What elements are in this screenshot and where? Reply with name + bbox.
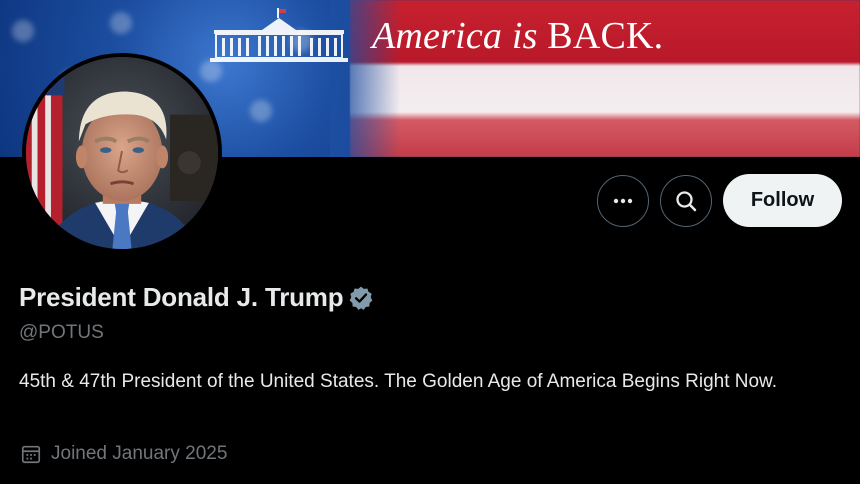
more-options-button[interactable] [597,175,649,227]
avatar[interactable] [22,53,222,253]
calendar-icon [21,445,41,464]
search-icon [676,191,697,212]
banner-headline: America is BACK. [372,15,664,57]
profile-photo [26,57,218,249]
name-row: President Donald J. Trump [19,282,374,313]
white-house-icon [210,8,348,62]
display-name: President Donald J. Trump [19,282,344,312]
joined-text: Joined January 2025 [51,443,228,464]
more-options-icon [613,198,633,204]
search-button[interactable] [660,175,712,227]
verified-badge-icon[interactable] [348,285,374,311]
profile-bio: 45th & 47th President of the United Stat… [19,371,777,392]
join-date: Joined January 2025 [20,443,227,465]
follow-button[interactable]: Follow [723,174,842,227]
user-handle: @POTUS [19,322,104,343]
